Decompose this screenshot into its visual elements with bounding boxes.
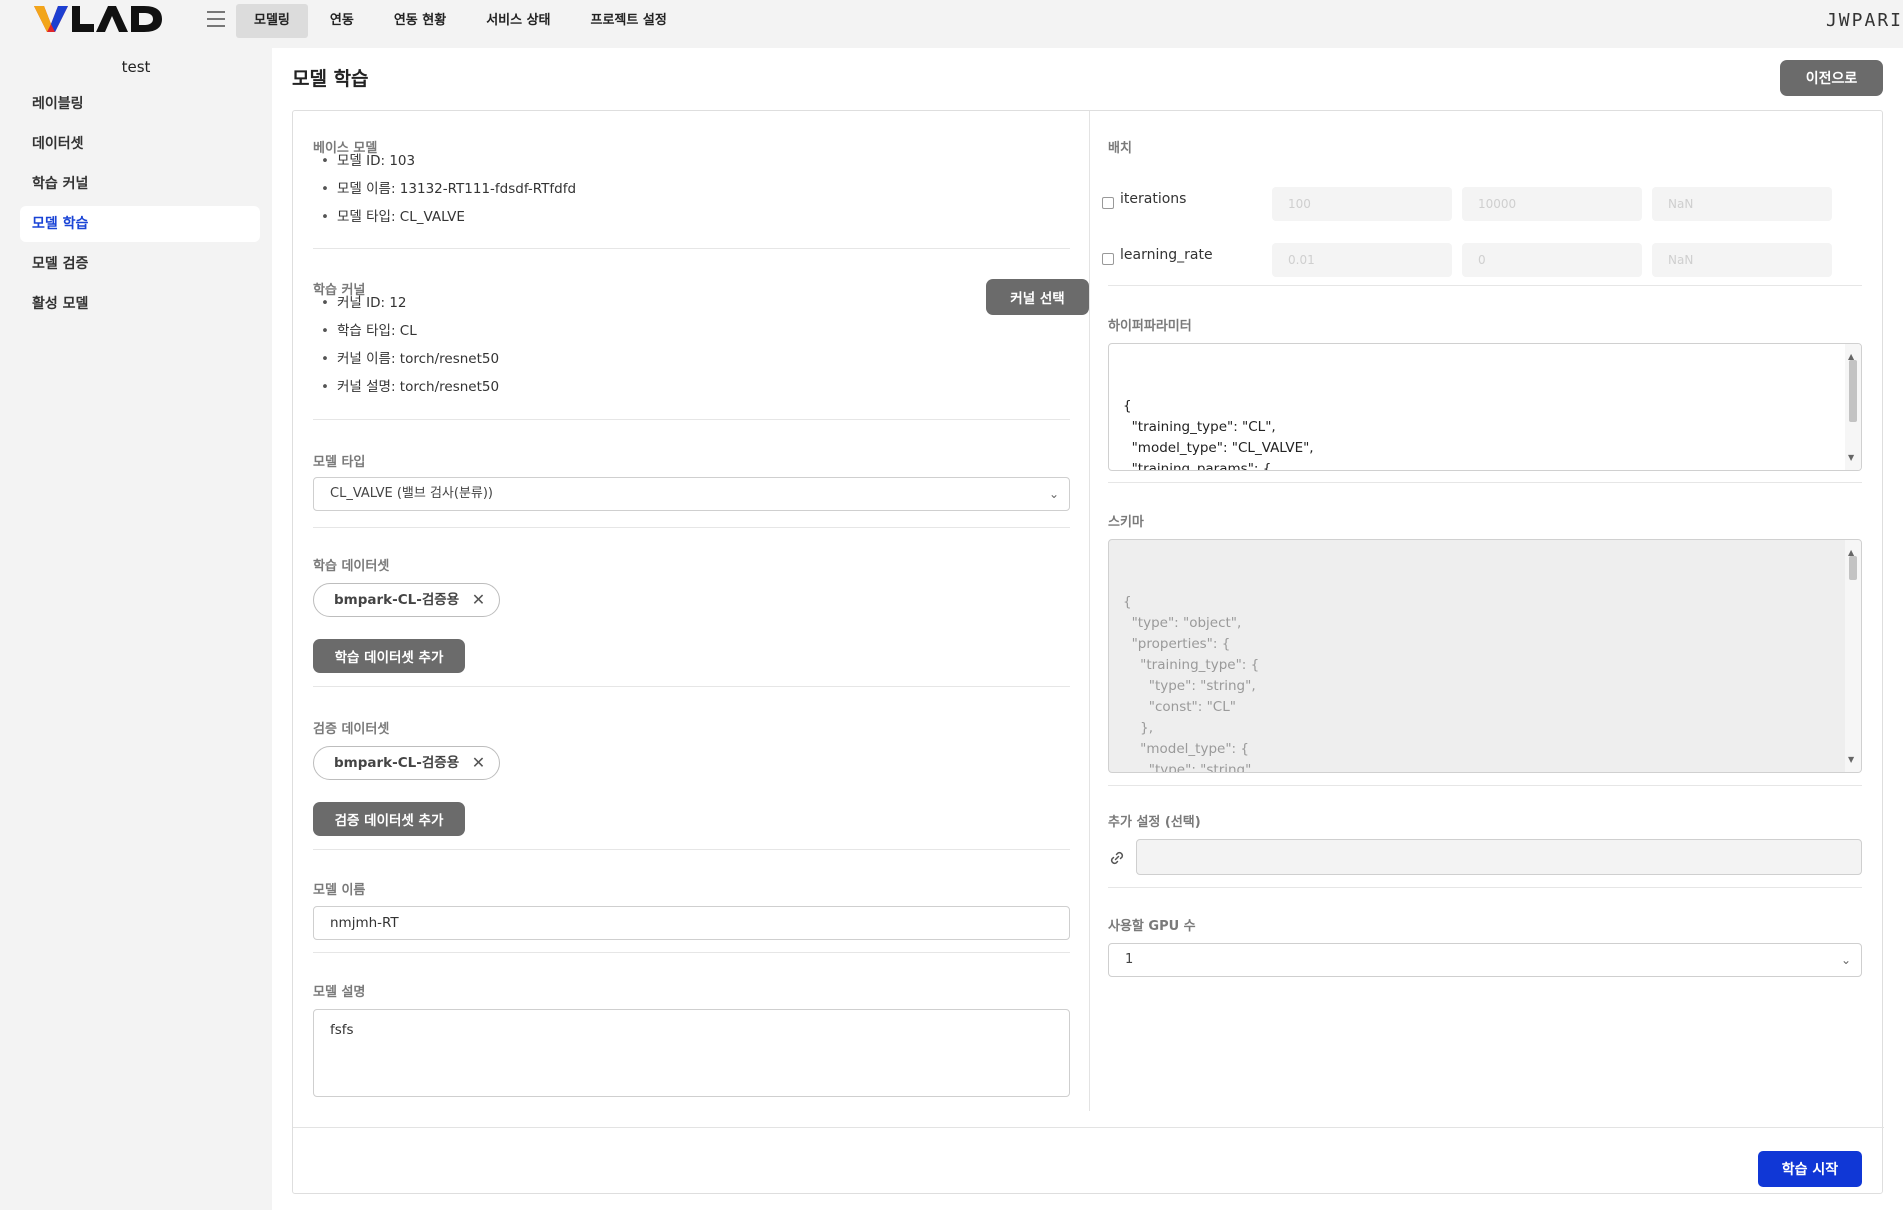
param-field[interactable]: NaN (1652, 187, 1832, 221)
schema-label: 스키마 (1108, 515, 1144, 530)
scroll-thumb[interactable] (1849, 556, 1857, 580)
scroll-thumb[interactable] (1849, 360, 1857, 422)
list-item: 모델 타입: CL_VALVE (313, 203, 576, 231)
tab-integration[interactable]: 연동 (312, 4, 372, 38)
list-item: 커널 이름: torch/resnet50 (313, 345, 499, 373)
chevron-down-icon: ⌄ (1840, 953, 1851, 967)
param-name: learning_rate (1120, 247, 1213, 263)
add-train-dataset-button[interactable]: 학습 데이터셋 추가 (313, 639, 465, 673)
val-dataset-chip: bmpark-CL-검증용 ✕ (313, 746, 501, 780)
divider (313, 952, 1070, 953)
divider (1108, 887, 1862, 888)
page-title: 모델 학습 (292, 68, 369, 90)
chip-label: bmpark-CL-검증용 (334, 592, 460, 608)
param-field[interactable]: 0.01 (1272, 243, 1452, 277)
list-item: 모델 ID: 103 (313, 147, 576, 175)
scrollbar[interactable]: ▲ ▼ (1845, 344, 1861, 470)
tab-project-settings[interactable]: 프로젝트 설정 (573, 4, 685, 38)
scrollbar[interactable]: ▲ ▼ (1845, 540, 1861, 772)
train-dataset-label: 학습 데이터셋 (313, 559, 390, 574)
kernel-info: 커널 ID: 12 학습 타입: CL 커널 이름: torch/resnet5… (313, 289, 499, 401)
divider (1108, 785, 1862, 786)
tab-integration-status[interactable]: 연동 현황 (376, 4, 464, 38)
param-field[interactable]: 10000 (1462, 187, 1642, 221)
divider (293, 1127, 1884, 1128)
hyperparams-label: 하이퍼파라미터 (1108, 319, 1192, 334)
divider (313, 849, 1070, 850)
sidebar-item-model-training[interactable]: 모델 학습 (20, 206, 260, 242)
scroll-down-icon[interactable]: ▼ (1848, 447, 1854, 468)
param-field[interactable]: 0 (1462, 243, 1642, 277)
param-row-learning-rate: learning_rate 0.01 0 NaN (1102, 239, 1862, 279)
base-model-info: 모델 ID: 103 모델 이름: 13132-RT111-fdsdf-RTfd… (313, 147, 576, 231)
training-form: 베이스 모델 모델 ID: 103 모델 이름: 13132-RT111-fds… (292, 110, 1884, 1194)
project-name: test (121, 58, 151, 76)
iterations-checkbox[interactable] (1102, 197, 1114, 209)
kernel-select-button[interactable]: 커널 선택 (986, 279, 1089, 315)
param-field[interactable]: NaN (1652, 243, 1832, 277)
close-icon[interactable]: ✕ (472, 584, 485, 616)
model-type-value: CL_VALVE (밸브 검사(분류)) (330, 486, 494, 501)
param-field[interactable]: 100 (1272, 187, 1452, 221)
column-divider (1089, 111, 1090, 1111)
list-item: 학습 타입: CL (313, 317, 499, 345)
divider (313, 527, 1070, 528)
divider (313, 419, 1070, 420)
top-nav: 모델링 연동 연동 현황 서비스 상태 프로젝트 설정 (236, 4, 685, 38)
model-name-input[interactable]: nmjmh-RT (313, 906, 1070, 940)
extra-settings-label: 추가 설정 (선택) (1108, 815, 1201, 830)
gpu-count-value: 1 (1125, 952, 1134, 967)
user-name[interactable]: JWPARI (1826, 10, 1903, 31)
sidebar-item-model-validation[interactable]: 모델 검증 (20, 246, 260, 282)
hyperparams-editor[interactable]: { "training_type": "CL", "model_type": "… (1108, 343, 1862, 471)
batch-label: 배치 (1108, 141, 1132, 156)
scroll-down-icon[interactable]: ▼ (1848, 749, 1854, 770)
extra-settings-input[interactable] (1136, 839, 1862, 875)
model-desc-label: 모델 설명 (313, 985, 366, 1000)
chip-label: bmpark-CL-검증용 (334, 755, 460, 771)
divider (1108, 482, 1862, 483)
tab-modeling[interactable]: 모델링 (236, 4, 308, 38)
model-desc-textarea[interactable]: fsfs (313, 1009, 1070, 1097)
gpu-count-select[interactable]: 1 ⌄ (1108, 943, 1862, 977)
divider (1108, 285, 1862, 286)
sidebar-item-training-kernel[interactable]: 학습 커널 (20, 166, 260, 202)
close-icon[interactable]: ✕ (472, 747, 485, 779)
param-row-iterations: iterations 100 10000 NaN (1102, 183, 1862, 223)
top-bar: 모델링 연동 연동 현황 서비스 상태 프로젝트 설정 JWPARI (0, 0, 1903, 48)
hyperparams-text: { "training_type": "CL", "model_type": "… (1123, 398, 1314, 471)
start-training-button[interactable]: 학습 시작 (1758, 1151, 1862, 1187)
back-button[interactable]: 이전으로 (1780, 60, 1883, 96)
add-val-dataset-button[interactable]: 검증 데이터셋 추가 (313, 802, 465, 836)
train-dataset-chip: bmpark-CL-검증용 ✕ (313, 583, 501, 617)
model-type-label: 모델 타입 (313, 455, 366, 470)
val-dataset-label: 검증 데이터셋 (313, 722, 390, 737)
tab-service-status[interactable]: 서비스 상태 (468, 4, 568, 38)
menu-icon[interactable] (207, 11, 225, 27)
sidebar-item-dataset[interactable]: 데이터셋 (20, 126, 260, 162)
model-type-select[interactable]: CL_VALVE (밸브 검사(분류)) ⌄ (313, 477, 1070, 511)
link-icon[interactable] (1108, 849, 1126, 867)
list-item: 모델 이름: 13132-RT111-fdsdf-RTfdfd (313, 175, 576, 203)
list-item: 커널 ID: 12 (313, 289, 499, 317)
chevron-down-icon: ⌄ (1048, 487, 1059, 501)
list-item: 커널 설명: torch/resnet50 (313, 373, 499, 401)
sidebar-item-active-model[interactable]: 활성 모델 (20, 286, 260, 322)
main-panel: 모델 학습 이전으로 베이스 모델 모델 ID: 103 모델 이름: 1313… (272, 48, 1903, 1210)
schema-text: { "type": "object", "properties": { "tra… (1123, 594, 1260, 773)
model-name-label: 모델 이름 (313, 883, 366, 898)
gpu-count-label: 사용할 GPU 수 (1108, 919, 1196, 934)
divider (313, 248, 1070, 249)
divider (313, 686, 1070, 687)
sidebar-item-labeling[interactable]: 레이블링 (20, 86, 260, 122)
param-name: iterations (1120, 191, 1187, 207)
vlad-logo[interactable] (34, 4, 162, 34)
sidebar: test 레이블링 데이터셋 학습 커널 모델 학습 모델 검증 활성 모델 (0, 48, 272, 1210)
schema-viewer[interactable]: { "type": "object", "properties": { "tra… (1108, 539, 1862, 773)
learning-rate-checkbox[interactable] (1102, 253, 1114, 265)
